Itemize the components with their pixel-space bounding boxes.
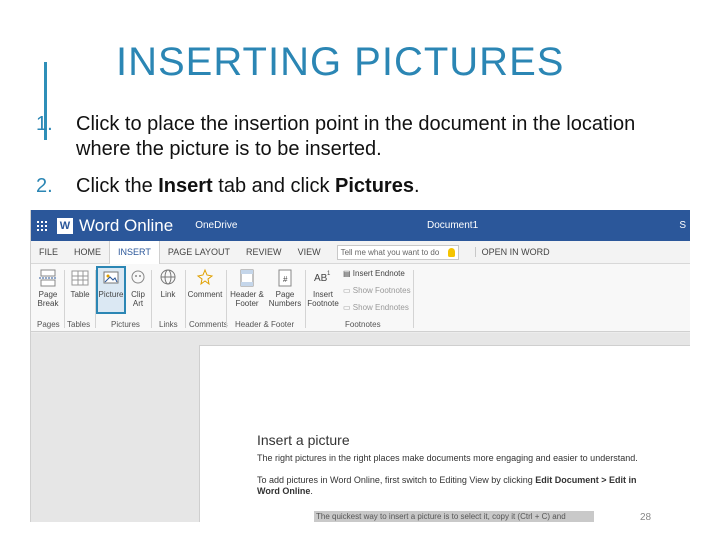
slide-title: INSERTING PICTURES [116, 40, 565, 84]
ribbon-separator [64, 270, 65, 328]
clip-art-label: Clip Art [131, 290, 145, 308]
page-break-icon [39, 269, 57, 287]
step-item: 2. Click the Insert tab and click Pictur… [36, 174, 676, 199]
page-numbers-icon: # [278, 269, 292, 287]
group-comments: Comments [189, 320, 228, 329]
doc-heading: Insert a picture [257, 432, 350, 448]
insert-footnote-button[interactable]: AB 1 Insert Footnote [307, 268, 339, 314]
doc-paragraph: To add pictures in Word Online, first sw… [257, 475, 637, 497]
tab-home[interactable]: HOME [66, 241, 109, 264]
header-footer-label: Header & Footer [230, 290, 264, 308]
show-endnotes-button[interactable]: ▭ Show Endnotes [343, 302, 409, 314]
globe-link-icon [160, 269, 176, 285]
show-footnotes-button[interactable]: ▭ Show Footnotes [343, 285, 411, 297]
group-header-footer: Header & Footer [235, 320, 295, 329]
svg-text:1: 1 [327, 271, 331, 277]
page-break-label: Page Break [37, 290, 59, 308]
clip-art-button[interactable]: Clip Art [128, 268, 148, 314]
page-numbers-button[interactable]: # Page Numbers [268, 268, 302, 314]
tab-insert[interactable]: INSERT [109, 240, 160, 264]
doc-highlighted-text: The quickest way to insert a picture is … [314, 511, 594, 522]
ribbon-insert: Page Break Pages Table Tables Picture Cl… [31, 264, 690, 332]
link-button[interactable]: Link [155, 268, 181, 314]
endnote-icon: ▤ [343, 269, 353, 278]
step-bold-pictures: Pictures [335, 175, 414, 197]
footnote-icon: AB 1 [314, 271, 331, 284]
doc-text: . [310, 486, 313, 496]
open-in-word-button[interactable]: OPEN IN WORD [474, 247, 550, 257]
insert-endnote-label: Insert Endnote [352, 269, 405, 278]
step-bold-insert: Insert [158, 175, 213, 197]
comment-button[interactable]: Comment [187, 268, 223, 314]
steps-list: 1. Click to place the insertion point in… [36, 112, 676, 211]
show-footnotes-label: Show Footnotes [352, 286, 411, 295]
page-numbers-label: Page Numbers [268, 290, 302, 308]
page-break-button[interactable]: Page Break [35, 268, 61, 314]
table-button[interactable]: Table [67, 268, 93, 314]
word-logo-icon: W [57, 217, 73, 234]
group-footnotes: Footnotes [345, 320, 381, 329]
table-icon [71, 270, 89, 286]
step-item: 1. Click to place the insertion point in… [36, 112, 676, 162]
group-pictures: Pictures [111, 320, 140, 329]
title-bar: W Word Online OneDrive Document1 S [31, 210, 690, 241]
group-pages: Pages [37, 320, 60, 329]
svg-text:#: # [283, 275, 288, 284]
step-text-part: . [413, 175, 420, 197]
tab-view[interactable]: VIEW [290, 241, 329, 264]
lightbulb-icon [447, 247, 455, 257]
clip-art-icon [131, 270, 145, 284]
picture-icon [103, 271, 119, 284]
group-links: Links [159, 320, 178, 329]
ribbon-separator [151, 270, 152, 328]
step-text: Click the Insert tab and click Pictures. [76, 174, 420, 199]
ribbon-separator [305, 270, 306, 328]
header-footer-icon [240, 269, 254, 287]
picture-button[interactable]: Picture [96, 266, 126, 314]
doc-paragraph: The right pictures in the right places m… [257, 453, 638, 463]
header-footer-button[interactable]: Header & Footer [229, 268, 265, 314]
comment-icon [196, 268, 214, 286]
tab-review[interactable]: REVIEW [238, 241, 290, 264]
show-footnotes-icon: ▭ [343, 286, 353, 295]
tell-me-input[interactable]: Tell me what you want to do [336, 244, 459, 260]
insert-endnote-button[interactable]: ▤ Insert Endnote [343, 268, 405, 280]
ribbon-separator [185, 270, 186, 328]
table-label: Table [70, 290, 90, 299]
tell-me-placeholder: Tell me what you want to do [340, 247, 440, 257]
step-text-part: tab and click [212, 175, 336, 197]
onedrive-link[interactable]: OneDrive [195, 220, 237, 231]
ribbon-separator [413, 270, 414, 328]
link-label: Link [160, 290, 176, 299]
svg-text:AB: AB [314, 273, 328, 284]
tab-file[interactable]: FILE [31, 241, 66, 264]
show-endnotes-icon: ▭ [343, 303, 353, 312]
step-text: Click to place the insertion point in th… [76, 113, 636, 160]
step-text-part: Click the [76, 175, 159, 197]
group-tables: Tables [67, 320, 91, 329]
show-endnotes-label: Show Endnotes [352, 303, 409, 312]
word-online-screenshot: W Word Online OneDrive Document1 S FILE … [30, 210, 690, 522]
tab-page-layout[interactable]: PAGE LAYOUT [160, 241, 238, 264]
slide-number: 28 [640, 512, 652, 523]
ribbon-separator [226, 270, 227, 328]
document-name[interactable]: Document1 [427, 220, 478, 231]
step-number: 1. [36, 113, 53, 135]
app-name: Word Online [79, 215, 174, 235]
insert-footnote-label: Insert Footnote [307, 290, 339, 308]
picture-label: Picture [98, 290, 124, 299]
doc-text: To add pictures in Word Online, first sw… [257, 475, 536, 485]
comment-label: Comment [187, 290, 223, 299]
step-number: 2. [36, 175, 53, 197]
ribbon-tabs: FILE HOME INSERT PAGE LAYOUT REVIEW VIEW… [31, 240, 690, 264]
app-launcher-icon[interactable] [31, 210, 53, 241]
user-initial[interactable]: S [679, 220, 686, 231]
